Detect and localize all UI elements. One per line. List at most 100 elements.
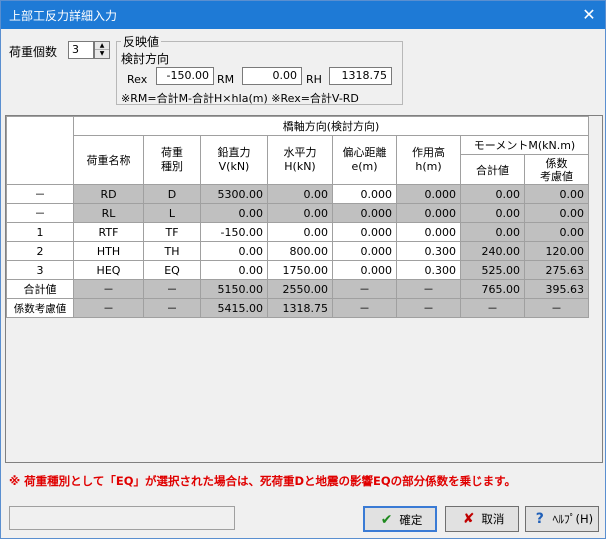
help-button[interactable]: ? ﾍﾙﾌﾟ(H) (525, 506, 599, 532)
cell-horizontal[interactable]: 1750.00 (267, 260, 333, 280)
cell-name[interactable]: HTH (73, 241, 144, 261)
cell-eccentric[interactable]: 0.000 (332, 260, 397, 280)
header-name: 荷重名称 (73, 135, 144, 185)
row-index: 係数考慮値 (6, 298, 74, 318)
table-row: － RL L 0.00 0.00 0.000 0.000 0.00 0.00 (6, 203, 589, 223)
row-index: 1 (6, 222, 74, 242)
table-row: 合計値 － － 5150.00 2550.00 － － 765.00 395.6… (6, 279, 589, 299)
cell-vertical[interactable]: 0.00 (200, 260, 268, 280)
help-icon: ? (535, 511, 544, 527)
cell-vertical[interactable]: -150.00 (200, 222, 268, 242)
header-moment: モーメントM(kN.m) (460, 135, 589, 155)
row-index: 3 (6, 260, 74, 280)
direction-label: 検討方向 (121, 52, 170, 66)
cell-moment-sum: 0.00 (460, 203, 525, 223)
cell-height[interactable]: 0.300 (396, 260, 461, 280)
cell-name: RD (73, 184, 144, 204)
cell-height: － (396, 279, 461, 299)
cell-horizontal: 0.00 (267, 203, 333, 223)
row-index: 合計値 (6, 279, 74, 299)
rh-label: RH (306, 73, 322, 86)
eq-note: ※ 荷重種別として「EQ」が選択された場合は、死荷重Dと地震の影響EQの部分係数… (9, 474, 516, 488)
cell-horizontal: 2550.00 (267, 279, 333, 299)
cell-eccentric: － (332, 279, 397, 299)
cell-eccentric[interactable]: 0.000 (332, 184, 397, 204)
cell-type[interactable]: TF (143, 222, 201, 242)
rh-field[interactable]: 1318.75 (329, 67, 392, 85)
spin-up-icon[interactable]: ▲ (95, 42, 109, 50)
cell-type[interactable]: EQ (143, 260, 201, 280)
cell-moment-sum: 765.00 (460, 279, 525, 299)
confirm-button[interactable]: ✔ 確定 (363, 506, 437, 532)
cell-name[interactable]: HEQ (73, 260, 144, 280)
status-bar (9, 506, 235, 530)
row-index: － (6, 203, 74, 223)
group-header: 橋軸方向(検討方向) (73, 116, 589, 136)
header-height: 作用高 h(m) (396, 135, 461, 185)
header-type: 荷重 種別 (143, 135, 201, 185)
cell-type[interactable]: TH (143, 241, 201, 261)
header-vertical: 鉛直力 V(kN) (200, 135, 268, 185)
cell-height[interactable]: 0.300 (396, 241, 461, 261)
cell-moment-sum: 240.00 (460, 241, 525, 261)
cell-vertical: 5415.00 (200, 298, 268, 318)
close-icon[interactable]: ✕ (579, 5, 599, 25)
cell-horizontal[interactable]: 800.00 (267, 241, 333, 261)
row-index: － (6, 184, 74, 204)
cell-eccentric[interactable]: 0.000 (332, 241, 397, 261)
cell-vertical: 0.00 (200, 203, 268, 223)
title-bar: 上部工反力詳細入力 ✕ (1, 1, 605, 29)
cell-vertical[interactable]: 0.00 (200, 241, 268, 261)
rm-field[interactable]: 0.00 (242, 67, 302, 85)
cell-name: － (73, 279, 144, 299)
header-moment-coef: 係数 考慮値 (524, 154, 589, 185)
cell-type: － (143, 279, 201, 299)
load-table: 橋軸方向(検討方向) 荷重名称 荷重 種別 鉛直力 V(kN) 水平力 H(kN… (6, 116, 589, 318)
cell-height[interactable]: 0.000 (396, 222, 461, 242)
cross-icon: ✘ (462, 511, 475, 527)
cell-moment-coef: 0.00 (524, 222, 589, 242)
cancel-button[interactable]: ✘ 取消 (445, 506, 519, 532)
check-icon: ✔ (380, 512, 393, 528)
header-horizontal: 水平力 H(kN) (267, 135, 333, 185)
cell-eccentric: － (332, 298, 397, 318)
cell-moment-coef: 0.00 (524, 203, 589, 223)
cell-name[interactable]: RTF (73, 222, 144, 242)
cell-vertical: 5150.00 (200, 279, 268, 299)
rm-label: RM (217, 73, 235, 86)
header-eccentric: 偏心距離 e(m) (332, 135, 397, 185)
load-count-spinner[interactable]: ▲ ▼ (94, 41, 110, 59)
table-row: 2 HTH TH 0.00 800.00 0.000 0.300 240.00 … (6, 241, 589, 261)
cell-height: 0.000 (396, 184, 461, 204)
cell-moment-sum: － (460, 298, 525, 318)
header-moment-sum: 合計値 (460, 154, 525, 185)
cell-type: L (143, 203, 201, 223)
cell-type: － (143, 298, 201, 318)
rex-field[interactable]: -150.00 (156, 67, 214, 85)
corner-cell (6, 116, 74, 185)
cell-horizontal[interactable]: 0.00 (267, 222, 333, 242)
load-count-label: 荷重個数 (9, 45, 58, 59)
table-row: 1 RTF TF -150.00 0.00 0.000 0.000 0.00 0… (6, 222, 589, 242)
cell-height: 0.000 (396, 203, 461, 223)
load-count-input[interactable]: 3 (68, 41, 94, 59)
cell-moment-coef: 0.00 (524, 184, 589, 204)
confirm-label: 確定 (399, 513, 423, 527)
load-grid: 橋軸方向(検討方向) 荷重名称 荷重 種別 鉛直力 V(kN) 水平力 H(kN… (5, 115, 603, 463)
cell-horizontal: 1318.75 (267, 298, 333, 318)
reflect-group-label: 反映値 (121, 33, 162, 50)
cell-moment-sum: 525.00 (460, 260, 525, 280)
spin-down-icon[interactable]: ▼ (95, 50, 109, 58)
cell-name: RL (73, 203, 144, 223)
formula-text: ※RM=合計M-合計H×hIa(m) ※Rex=合計V-RD (121, 92, 359, 105)
cell-moment-coef: 395.63 (524, 279, 589, 299)
cell-type: D (143, 184, 201, 204)
rex-label: Rex (127, 73, 148, 86)
cell-horizontal: 0.00 (267, 184, 333, 204)
table-row: － RD D 5300.00 0.00 0.000 0.000 0.00 0.0… (6, 184, 589, 204)
cell-eccentric[interactable]: 0.000 (332, 222, 397, 242)
dialog-window: 上部工反力詳細入力 ✕ 荷重個数 3 ▲ ▼ 反映値 検討方向 Rex -150… (0, 0, 606, 539)
cancel-label: 取消 (481, 512, 505, 526)
cell-moment-sum: 0.00 (460, 184, 525, 204)
cell-moment-coef: 275.63 (524, 260, 589, 280)
